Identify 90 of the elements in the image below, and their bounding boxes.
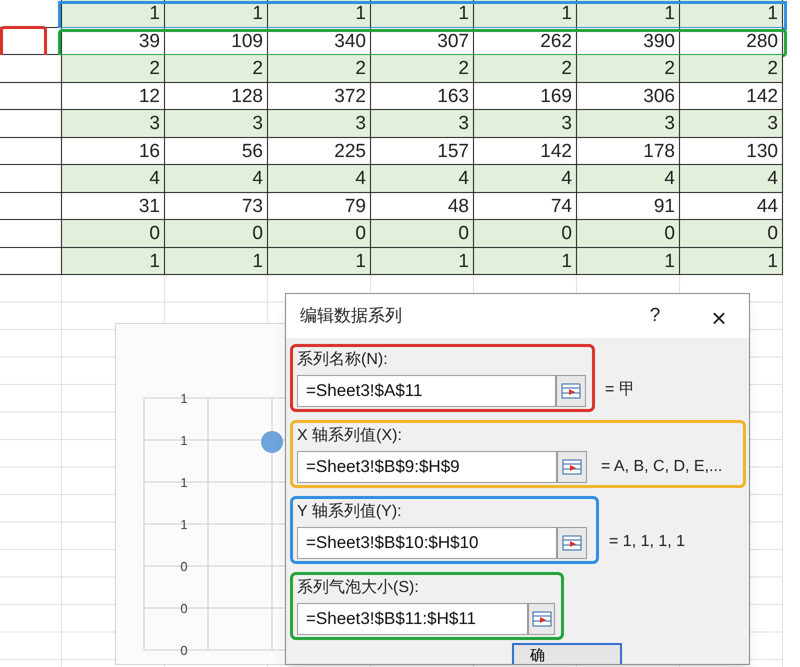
table-cell: 2 (268, 55, 371, 82)
axis-tick-label: 1 (180, 517, 188, 532)
bubble-marker (261, 431, 283, 453)
table-cell: 306 (577, 82, 680, 110)
field-label: X 轴系列值(X): (297, 426, 403, 446)
table-cell: 4 (680, 165, 783, 192)
range-picker-button[interactable] (556, 375, 586, 407)
axis-tick-label: 1 (180, 391, 188, 406)
table-cell: 16 (62, 138, 165, 165)
field-label: 系列名称(N): (297, 350, 389, 370)
table-cell: 91 (577, 192, 680, 220)
table-cell: 2 (371, 55, 474, 82)
table-cell: 157 (371, 138, 474, 165)
table-cell (0, 192, 62, 220)
table-cell: 1 (371, 248, 474, 275)
table-cell: 4 (268, 165, 371, 192)
preview-text: = 1, 1, 1, 1 (609, 532, 686, 552)
input-field[interactable]: =Sheet3!$B$10:$H$10 (297, 527, 557, 559)
table-cell: 1 (474, 248, 577, 275)
table-cell: 12 (62, 82, 165, 110)
table-cell (0, 165, 62, 192)
table-cell: 1 (165, 248, 268, 275)
table-cell (0, 82, 62, 110)
table-cell: 1 (680, 248, 783, 275)
table-cell: 3 (371, 110, 474, 138)
table-cell: 2 (474, 55, 577, 82)
table-cell: 1 (268, 248, 371, 275)
preview-text: = A, B, C, D, E,... (601, 457, 722, 477)
table-cell: 0 (371, 220, 474, 248)
axis-tick-label: 0 (180, 601, 188, 616)
table-cell: 4 (165, 165, 268, 192)
table-cell: 56 (165, 138, 268, 165)
table-cell: 3 (268, 110, 371, 138)
table-cell (0, 110, 62, 138)
axis-tick-label: 0 (180, 643, 188, 658)
axis-tick-label: 1 (180, 475, 188, 490)
axis-tick-label: 0 (180, 559, 188, 574)
table-cell: 4 (62, 165, 165, 192)
table-cell (0, 248, 62, 275)
table-cell: 4 (371, 165, 474, 192)
table-cell: 48 (371, 192, 474, 220)
table-cell: 44 (680, 192, 783, 220)
range-picker-button[interactable] (528, 603, 555, 635)
table-cell: 142 (680, 82, 783, 110)
table-cell: 73 (165, 192, 268, 220)
table-cell: 2 (680, 55, 783, 82)
table-cell: 2 (62, 55, 165, 82)
table-cell: 0 (62, 220, 165, 248)
table-cell (0, 138, 62, 165)
table-cell (0, 220, 62, 248)
table-cell: 0 (680, 220, 783, 248)
table-cell: 1 (577, 248, 680, 275)
table-cell: 142 (474, 138, 577, 165)
table-cell: 0 (474, 220, 577, 248)
table-cell: 225 (268, 138, 371, 165)
dialog-title: 编辑数据系列 (300, 305, 403, 328)
field-label: 系列气泡大小(S): (297, 578, 420, 598)
range-picker-button[interactable] (557, 451, 587, 483)
table-cell: 3 (577, 110, 680, 138)
table-cell: 178 (577, 138, 680, 165)
table-cell: 163 (371, 82, 474, 110)
ok-button[interactable]: 确 (512, 643, 622, 664)
table-cell: 372 (268, 82, 371, 110)
field-label: Y 轴系列值(Y): (297, 502, 403, 522)
table-cell: 169 (474, 82, 577, 110)
table-cell: 2 (577, 55, 680, 82)
table-cell: 128 (165, 82, 268, 110)
help-button[interactable]: ? (635, 299, 675, 333)
table-cell: 1 (62, 248, 165, 275)
close-button[interactable]: × (699, 299, 739, 333)
table-cell: 3 (474, 110, 577, 138)
table-cell: 0 (268, 220, 371, 248)
table-cell: 0 (577, 220, 680, 248)
table-cell: 4 (474, 165, 577, 192)
table-cell: 3 (62, 110, 165, 138)
preview-text: = 甲 (605, 380, 635, 400)
table-cell: 0 (165, 220, 268, 248)
table-cell: 79 (268, 192, 371, 220)
input-field[interactable]: =Sheet3!$B$11:$H$11 (297, 603, 528, 635)
table-cell: 2 (165, 55, 268, 82)
input-field[interactable]: =Sheet3!$B$9:$H$9 (297, 451, 557, 483)
table-cell: 3 (680, 110, 783, 138)
axis-tick-label: 1 (180, 433, 188, 448)
input-field[interactable]: =Sheet3!$A$11 (297, 375, 556, 407)
table-cell: 130 (680, 138, 783, 165)
table-cell: 74 (474, 192, 577, 220)
table-cell: 31 (62, 192, 165, 220)
table-cell: 3 (165, 110, 268, 138)
range-picker-button[interactable] (557, 527, 587, 559)
table-cell: 4 (577, 165, 680, 192)
